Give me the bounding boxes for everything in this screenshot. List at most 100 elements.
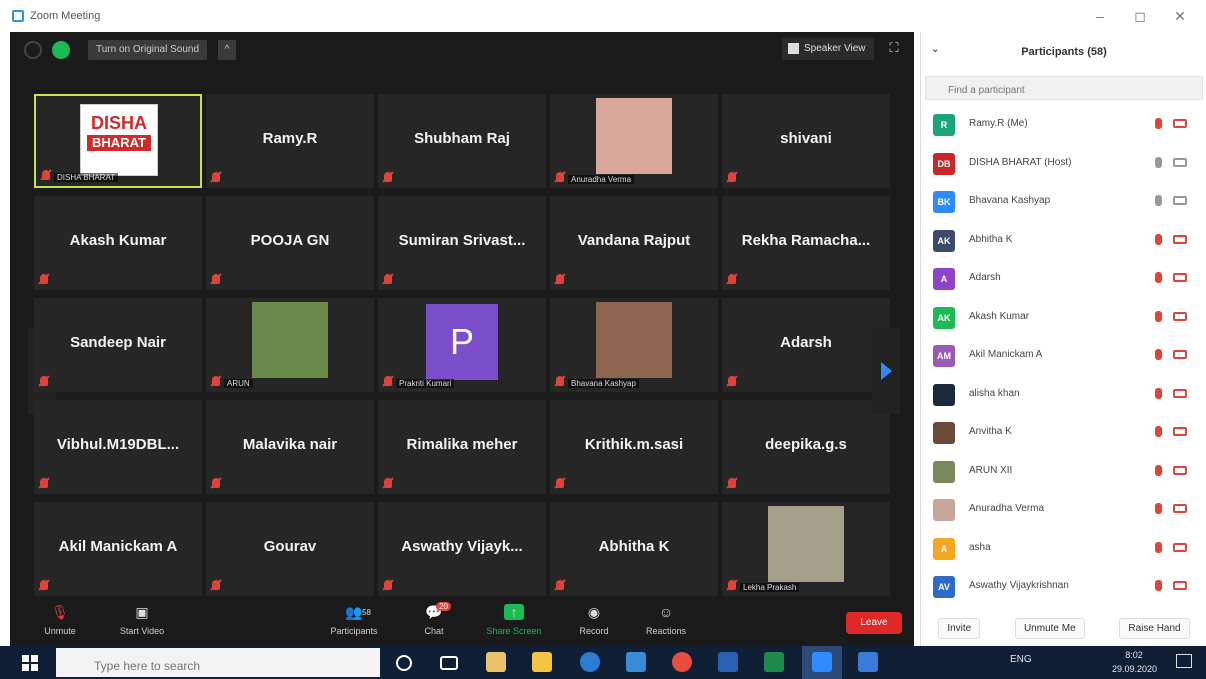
- find-participant-input[interactable]: [925, 76, 1203, 100]
- video-tile[interactable]: Adarsh: [722, 298, 890, 392]
- next-page-arrow[interactable]: [872, 328, 900, 414]
- original-sound-button[interactable]: Turn on Original Sound: [88, 40, 208, 60]
- video-tile[interactable]: Malavika nair: [206, 400, 374, 494]
- video-tile[interactable]: deepika.g.s: [722, 400, 890, 494]
- word-icon[interactable]: [718, 652, 738, 672]
- participants-button[interactable]: 👥 58 Participants: [314, 604, 394, 636]
- taskbar-search-input[interactable]: [56, 648, 380, 677]
- taskbar-clock[interactable]: 8:02 29.09.2020: [1112, 648, 1157, 676]
- unmute-button[interactable]: 🎙 Unmute: [20, 604, 100, 636]
- video-tile[interactable]: Ramy.R: [206, 94, 374, 188]
- participant-row[interactable]: AK Abhitha K: [921, 222, 1206, 260]
- share-screen-button[interactable]: ↑ Share Screen: [474, 604, 554, 636]
- video-tile[interactable]: Akil Manickam A: [34, 502, 202, 596]
- mic-muted-icon[interactable]: [1155, 272, 1162, 283]
- cortana-icon[interactable]: [396, 655, 412, 671]
- system-tray-language[interactable]: ENG: [1010, 654, 1032, 665]
- mic-muted-icon[interactable]: [1155, 349, 1162, 360]
- maximize-button[interactable]: ◻: [1120, 4, 1160, 28]
- meeting-info-icon[interactable]: [24, 41, 42, 59]
- chat-button[interactable]: 💬 20 Chat: [394, 602, 474, 636]
- video-tile[interactable]: P Prakriti Kumari: [378, 298, 546, 392]
- video-tile[interactable]: Lekha Prakash: [722, 502, 890, 596]
- video-tile[interactable]: POOJA GN: [206, 196, 374, 290]
- collapse-panel-icon[interactable]: ⌄: [931, 44, 939, 55]
- leave-button[interactable]: Leave: [846, 612, 902, 634]
- video-tile[interactable]: Vibhul.M19DBL...: [34, 400, 202, 494]
- video-off-icon[interactable]: [1173, 311, 1187, 321]
- video-on-icon[interactable]: [1173, 196, 1187, 205]
- video-off-icon[interactable]: [1173, 465, 1187, 475]
- raise-hand-button[interactable]: Raise Hand: [1119, 617, 1190, 639]
- task-view-icon[interactable]: [440, 656, 458, 670]
- video-tile[interactable]: Bhavana Kashyap: [550, 298, 718, 392]
- minimize-button[interactable]: –: [1080, 4, 1120, 28]
- mic-muted-icon[interactable]: [1155, 580, 1162, 591]
- video-tile[interactable]: Rimalika meher: [378, 400, 546, 494]
- mic-muted-icon[interactable]: [1155, 464, 1162, 476]
- video-tile[interactable]: ARUN: [206, 298, 374, 392]
- video-tile[interactable]: Vandana Rajput: [550, 196, 718, 290]
- excel-icon[interactable]: [764, 652, 784, 672]
- participant-row[interactable]: BK Bhavana Kashyap: [921, 183, 1206, 221]
- video-tile[interactable]: Akash Kumar: [34, 196, 202, 290]
- participant-row[interactable]: DB DISHA BHARAT (Host): [921, 145, 1206, 183]
- video-tile[interactable]: Gourav: [206, 502, 374, 596]
- video-tile[interactable]: Shubham Raj: [378, 94, 546, 188]
- participant-row[interactable]: Anuradha Verma: [921, 491, 1206, 529]
- video-tile[interactable]: Anuradha Verma: [550, 94, 718, 188]
- invite-button[interactable]: Invite: [938, 617, 981, 639]
- video-on-icon[interactable]: [1173, 157, 1187, 167]
- store-icon[interactable]: [486, 652, 506, 672]
- video-off-icon[interactable]: [1173, 119, 1187, 128]
- video-tile[interactable]: Krithik.m.sasi: [550, 400, 718, 494]
- participant-row[interactable]: AK Akash Kumar: [921, 299, 1206, 337]
- video-off-icon[interactable]: [1173, 581, 1187, 590]
- participant-row[interactable]: Anvitha K: [921, 414, 1206, 452]
- video-tile[interactable]: Sandeep Nair: [34, 298, 202, 392]
- participant-row[interactable]: AM Akil Manickam A: [921, 337, 1206, 375]
- mic-on-icon[interactable]: [1155, 156, 1162, 168]
- participant-row[interactable]: ARUN XII: [921, 453, 1206, 491]
- mic-muted-icon[interactable]: [1155, 310, 1162, 322]
- mic-on-icon[interactable]: [1155, 195, 1162, 206]
- windows-start-icon[interactable]: [22, 655, 38, 671]
- mic-muted-icon[interactable]: [1155, 118, 1162, 129]
- video-off-icon[interactable]: [1173, 234, 1187, 244]
- participant-row[interactable]: Aasha: [921, 530, 1206, 568]
- video-tile[interactable]: Abhitha K: [550, 502, 718, 596]
- outlook-icon[interactable]: [858, 652, 878, 672]
- fullscreen-icon[interactable]: ⛶: [886, 40, 902, 56]
- record-button[interactable]: ◉ Record: [554, 604, 634, 636]
- security-shield-icon[interactable]: [52, 41, 70, 59]
- chrome-icon[interactable]: [672, 652, 692, 672]
- participant-row[interactable]: alisha khan: [921, 376, 1206, 414]
- notification-center-icon[interactable]: [1176, 654, 1192, 668]
- video-tile[interactable]: Sumiran Srivast...: [378, 196, 546, 290]
- video-off-icon[interactable]: [1173, 542, 1187, 552]
- original-sound-dropdown[interactable]: ^: [218, 40, 236, 60]
- mic-muted-icon[interactable]: [1155, 426, 1162, 437]
- video-off-icon[interactable]: [1173, 504, 1187, 513]
- mic-muted-icon[interactable]: [1155, 541, 1162, 553]
- video-off-icon[interactable]: [1173, 427, 1187, 436]
- video-tile[interactable]: Rekha Ramacha...: [722, 196, 890, 290]
- edge-icon[interactable]: [580, 652, 600, 672]
- start-video-button[interactable]: ▣ Start Video: [102, 604, 182, 636]
- video-off-icon[interactable]: [1173, 273, 1187, 282]
- unmute-me-button[interactable]: Unmute Me: [1014, 617, 1085, 639]
- mic-muted-icon[interactable]: [1155, 387, 1162, 399]
- video-tile[interactable]: DISHA BHARAT DISHA BHARAT: [34, 94, 202, 188]
- mic-muted-icon[interactable]: [1155, 503, 1162, 514]
- video-off-icon[interactable]: [1173, 350, 1187, 359]
- mail-icon[interactable]: [626, 652, 646, 672]
- participant-row[interactable]: A Adarsh: [921, 260, 1206, 298]
- reactions-button[interactable]: ☺ Reactions: [626, 604, 706, 636]
- close-button[interactable]: ✕: [1160, 4, 1200, 28]
- participant-row[interactable]: R Ramy.R (Me): [921, 106, 1206, 144]
- video-off-icon[interactable]: [1173, 388, 1187, 398]
- speaker-view-button[interactable]: Speaker View: [782, 38, 874, 60]
- mic-muted-icon[interactable]: [1155, 233, 1162, 245]
- video-tile[interactable]: shivani: [722, 94, 890, 188]
- video-tile[interactable]: Aswathy Vijayk...: [378, 502, 546, 596]
